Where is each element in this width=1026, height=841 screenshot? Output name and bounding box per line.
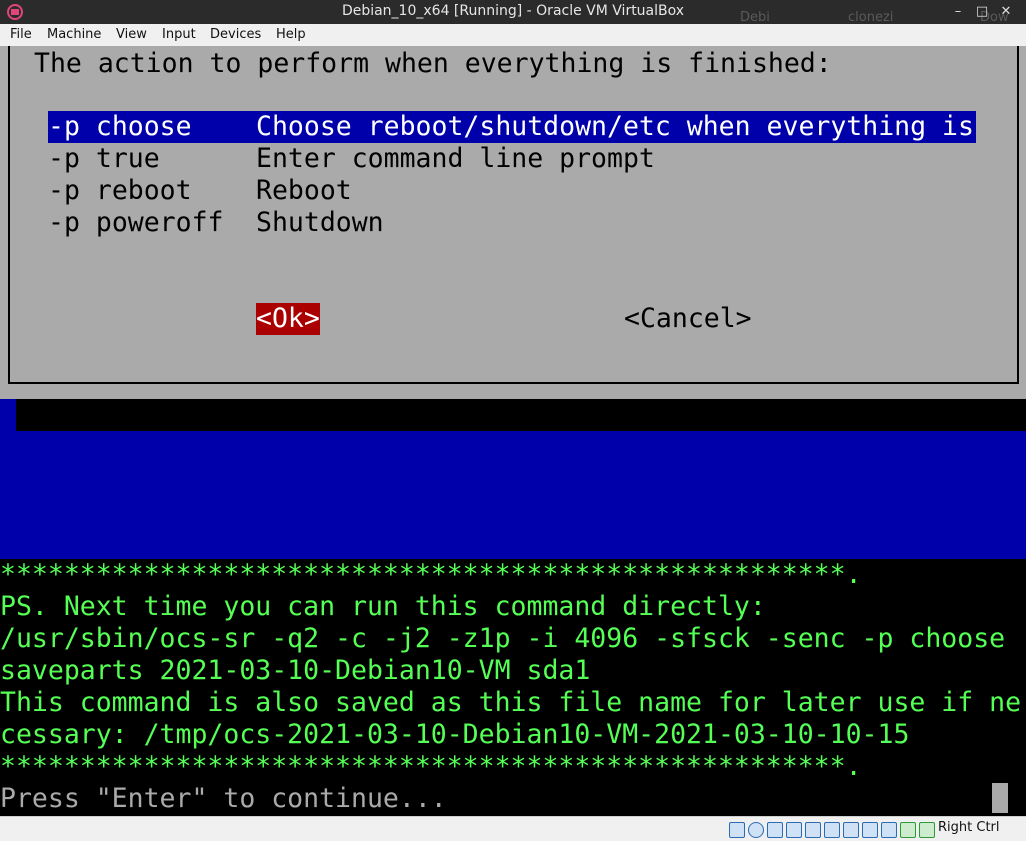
option-flag[interactable]: -p choose — [48, 111, 192, 143]
terminal-line: PS. Next time you can run this command d… — [0, 591, 766, 622]
recording-icon[interactable] — [862, 822, 878, 838]
terminal-line: This command is also saved as this file … — [0, 687, 1022, 718]
menu-machine[interactable]: Machine — [47, 27, 101, 42]
optical-drive-icon[interactable] — [748, 822, 764, 838]
menubar: File Machine View Input Devices Help — [0, 24, 1026, 47]
host-key-label[interactable]: Right Ctrl — [938, 820, 1000, 835]
text-cursor — [992, 783, 1008, 813]
menu-help[interactable]: Help — [276, 27, 306, 42]
option-flag[interactable]: -p poweroff — [48, 207, 224, 239]
option-flag[interactable]: -p true — [48, 143, 160, 175]
usb-icon[interactable] — [805, 822, 821, 838]
option-description[interactable]: Choose reboot/shutdown/etc when everythi… — [256, 111, 974, 143]
display-icon[interactable] — [843, 822, 859, 838]
terminal-line: saveparts 2021-03-10-Debian10-VM sda1 — [0, 655, 591, 686]
maximize-button[interactable]: □ — [972, 2, 992, 22]
terminal-line: /usr/sbin/ocs-sr -q2 -c -j2 -z1p -i 4096… — [0, 623, 1006, 654]
menu-devices[interactable]: Devices — [210, 27, 261, 42]
minimize-button[interactable]: – — [948, 2, 968, 22]
option-description[interactable]: Enter command line prompt — [256, 143, 655, 175]
statusbar: Right Ctrl — [0, 816, 1026, 841]
cpu-icon[interactable] — [900, 822, 916, 838]
ok-button[interactable]: <Ok> — [256, 303, 320, 335]
window-titlebar: Debi clonezi Dow Debian_10_x64 [Running]… — [0, 0, 1026, 25]
action-dialog: The action to perform when everything is… — [0, 46, 1026, 399]
close-button[interactable]: ✕ — [996, 2, 1016, 22]
menu-file[interactable]: File — [10, 27, 32, 42]
menu-input[interactable]: Input — [162, 27, 196, 42]
shared-folder-icon[interactable] — [824, 822, 840, 838]
audio-icon[interactable] — [767, 822, 783, 838]
hard-disk-icon[interactable] — [729, 822, 745, 838]
menu-view[interactable]: View — [116, 27, 147, 42]
keyboard-capture-icon[interactable] — [919, 822, 935, 838]
cancel-button[interactable]: <Cancel> — [624, 303, 752, 335]
window-title: Debian_10_x64 [Running] - Oracle VM Virt… — [341, 3, 685, 19]
network-icon[interactable] — [786, 822, 802, 838]
terminal-line: cessary: /tmp/ocs-2021-03-10-Debian10-VM… — [0, 719, 910, 750]
dialog-shadow — [16, 399, 1026, 431]
continue-prompt: Press "Enter" to continue... — [0, 783, 447, 814]
option-flag[interactable]: -p reboot — [48, 175, 192, 207]
vm-screen[interactable]: The action to perform when everything is… — [0, 46, 1026, 816]
mouse-integration-icon[interactable] — [881, 822, 897, 838]
separator-line: ****************************************… — [0, 751, 862, 782]
option-description[interactable]: Shutdown — [256, 207, 384, 239]
dialog-heading: The action to perform when everything is… — [34, 48, 832, 79]
option-description[interactable]: Reboot — [256, 175, 352, 207]
separator-line: ****************************************… — [0, 559, 862, 590]
